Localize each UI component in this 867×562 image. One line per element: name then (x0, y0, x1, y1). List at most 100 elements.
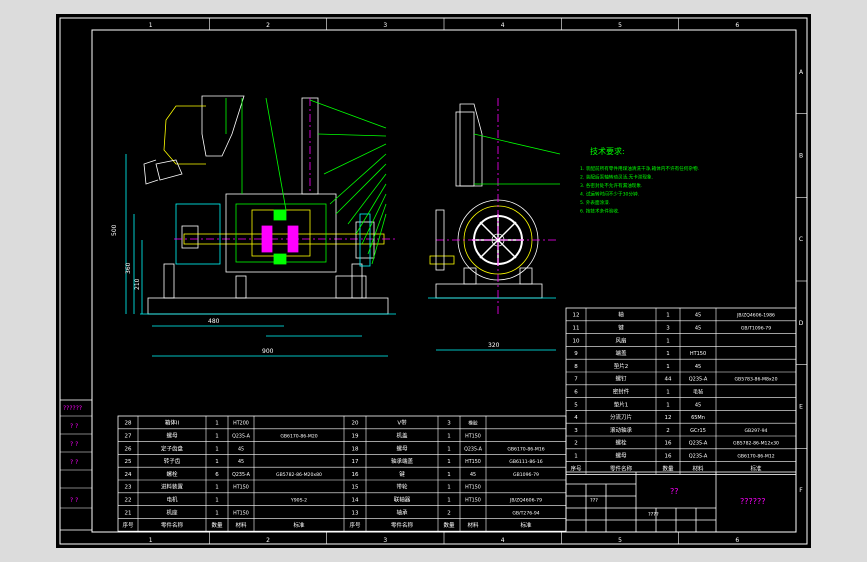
cad-viewport[interactable]: 112233445566 ABCDEF ?????? ? ? ? ? ? ? ?… (56, 14, 811, 548)
bom-right-qty: 2 (447, 510, 451, 516)
bom-right-table: 12 轴 1 45 JB/ZQ4606-198611 键 3 45 GB/T1096-7910 风… (565, 307, 797, 475)
left-code-top: ?????? (63, 405, 82, 412)
bom-right-std: GB1096-79 (513, 472, 539, 478)
bom-left-name: 定子齿盘 (161, 444, 184, 452)
bom-right-std: GB6170-86-M16 (507, 446, 544, 452)
bom-left-std: GB6170-86-M20 (280, 434, 317, 440)
left-code-4: ? ? (70, 497, 78, 504)
bom-right-qty: 1 (666, 313, 670, 319)
bom-right-no: 11 (573, 326, 580, 332)
bom-left-name: 进料装置 (161, 483, 184, 491)
bom-right-no: 12 (573, 313, 580, 319)
bom-right-name: 联轴器 (394, 496, 411, 504)
bom-right-no: 5 (574, 402, 578, 408)
dim-bottom-total: 900 (262, 348, 274, 355)
bom-right-no: 10 (573, 338, 580, 344)
bom-right-material: 45 (695, 313, 701, 319)
bom-left-no: 26 (125, 446, 132, 452)
bom-right-name: 垫片2 (614, 362, 629, 370)
bom-right-qty: 1 (447, 459, 451, 465)
tech-req-line: 5. 外表面涂漆. (580, 199, 610, 206)
front-section-view[interactable]: 500 360 210 900 480 (111, 95, 396, 357)
bom-left-no: 27 (125, 434, 132, 440)
bom-right-qty: 1 (447, 485, 451, 491)
bom-right-name: 螺栓 (615, 439, 627, 447)
bom-left-no: 22 (125, 498, 132, 504)
side-view[interactable]: 320 (428, 98, 561, 351)
bom-right-material: HT150 (465, 459, 481, 465)
title-company: ?????? (740, 497, 765, 506)
bom-right-name: 键 (399, 470, 405, 478)
bom-right-header-qty: 数量 (443, 521, 455, 529)
bom-right-qty: 16 (665, 441, 672, 447)
tech-req-line: 6. 按技术条件验收. (580, 208, 619, 215)
bom-right-material: HT150 (690, 351, 706, 357)
bom-right-std: JB/ZQ4606-1986 (736, 313, 775, 319)
bom-left-material: Q235-A (232, 472, 251, 478)
row-marker: D (799, 320, 804, 327)
bom-right-no: 20 (352, 421, 359, 427)
bom-bottom-table: 28 箱体II 1 HT20027 螺母 1 Q235-A GB6170-86-M2026 定子… (117, 415, 567, 532)
tech-req-title: 技术要求: (590, 146, 625, 156)
dim-left-height: 500 (111, 224, 118, 236)
bom-bottom-frame (117, 415, 567, 532)
bom-right-no: 7 (574, 377, 578, 383)
bom-right-material: HT150 (465, 498, 481, 504)
cad-drawing: 112233445566 ABCDEF ?????? ? ? ? ? ? ? ?… (59, 17, 808, 545)
bom-right-header-name: 零件名称 (610, 464, 633, 472)
bom-left-header-material: 材料 (235, 521, 247, 529)
bom-right-header-std: 标准 (750, 464, 762, 472)
dim-left-mid: 360 (125, 262, 132, 274)
column-marker: 3 (383, 537, 387, 544)
bom-right-material: 毛毡 (693, 389, 703, 396)
dim-bottom-mid: 480 (208, 318, 220, 325)
bom-right-qty: 1 (666, 402, 670, 408)
bom-left-header-name: 零件名称 (161, 521, 184, 529)
column-marker: 1 (149, 537, 153, 544)
bom-right-header-no: 序号 (349, 521, 361, 529)
row-markers: A B C D E F (796, 69, 807, 494)
bom-left-name: 螺栓 (166, 470, 178, 478)
bom-right-header-material: 材料 (692, 464, 704, 472)
bom-right-std: GB/T1096-79 (741, 326, 771, 332)
bom-right-qty: 1 (447, 472, 451, 478)
bom-left-header-no: 序号 (122, 521, 134, 529)
bom-right-name: 端盖 (615, 349, 627, 357)
bom-right-std: JB/ZQ4606-79 (509, 498, 542, 504)
bom-left-name: 电机 (166, 496, 178, 504)
bom-right-material: 45 (695, 326, 701, 332)
bom-right-name: 密封件 (613, 388, 630, 396)
bom-right-qty: 1 (447, 446, 451, 452)
bom-right-name: 分流刀片 (610, 413, 632, 421)
bom-right-qty: 16 (665, 454, 672, 460)
bom-right-qty: 1 (666, 364, 670, 370)
bom-right-header-name: 零件名称 (391, 521, 414, 529)
column-marker: 5 (618, 537, 622, 544)
bom-right-header-qty: 数量 (662, 464, 674, 472)
bom-right-qty: 1 (666, 351, 670, 357)
bom-right-frame (565, 307, 797, 475)
bom-right-no: 14 (352, 498, 359, 504)
bom-right-name: 轴承 (396, 508, 408, 516)
bom-left-header-std: 标准 (293, 521, 305, 529)
bom-left-material: Q235-A (232, 434, 251, 440)
bom-right-name: 螺母 (615, 452, 627, 460)
bom-right-material: HT150 (465, 485, 481, 491)
bom-right-name: 轴 (618, 311, 624, 319)
row-marker: F (799, 487, 803, 494)
bom-left-name: 螺母 (166, 432, 178, 440)
bom-left-no: 28 (125, 421, 132, 427)
bom-right-name: 螺母 (396, 444, 408, 452)
bom-right-no: 13 (352, 510, 359, 516)
bom-right-qty: 1 (447, 498, 451, 504)
bom-right-header-std: 标准 (520, 521, 532, 529)
bom-right-no: 16 (352, 472, 359, 478)
bom-right-material: 45 (695, 364, 701, 370)
bom-right-qty: 1 (666, 390, 670, 396)
row-marker: B (799, 153, 803, 160)
bom-right-no: 8 (574, 364, 578, 370)
bom-right-std: GB/T276-94 (512, 510, 539, 516)
bom-right-material: Q235-A (689, 441, 708, 447)
bom-right-name: 键 (618, 324, 624, 332)
bom-right-material: Q235-A (689, 454, 708, 460)
